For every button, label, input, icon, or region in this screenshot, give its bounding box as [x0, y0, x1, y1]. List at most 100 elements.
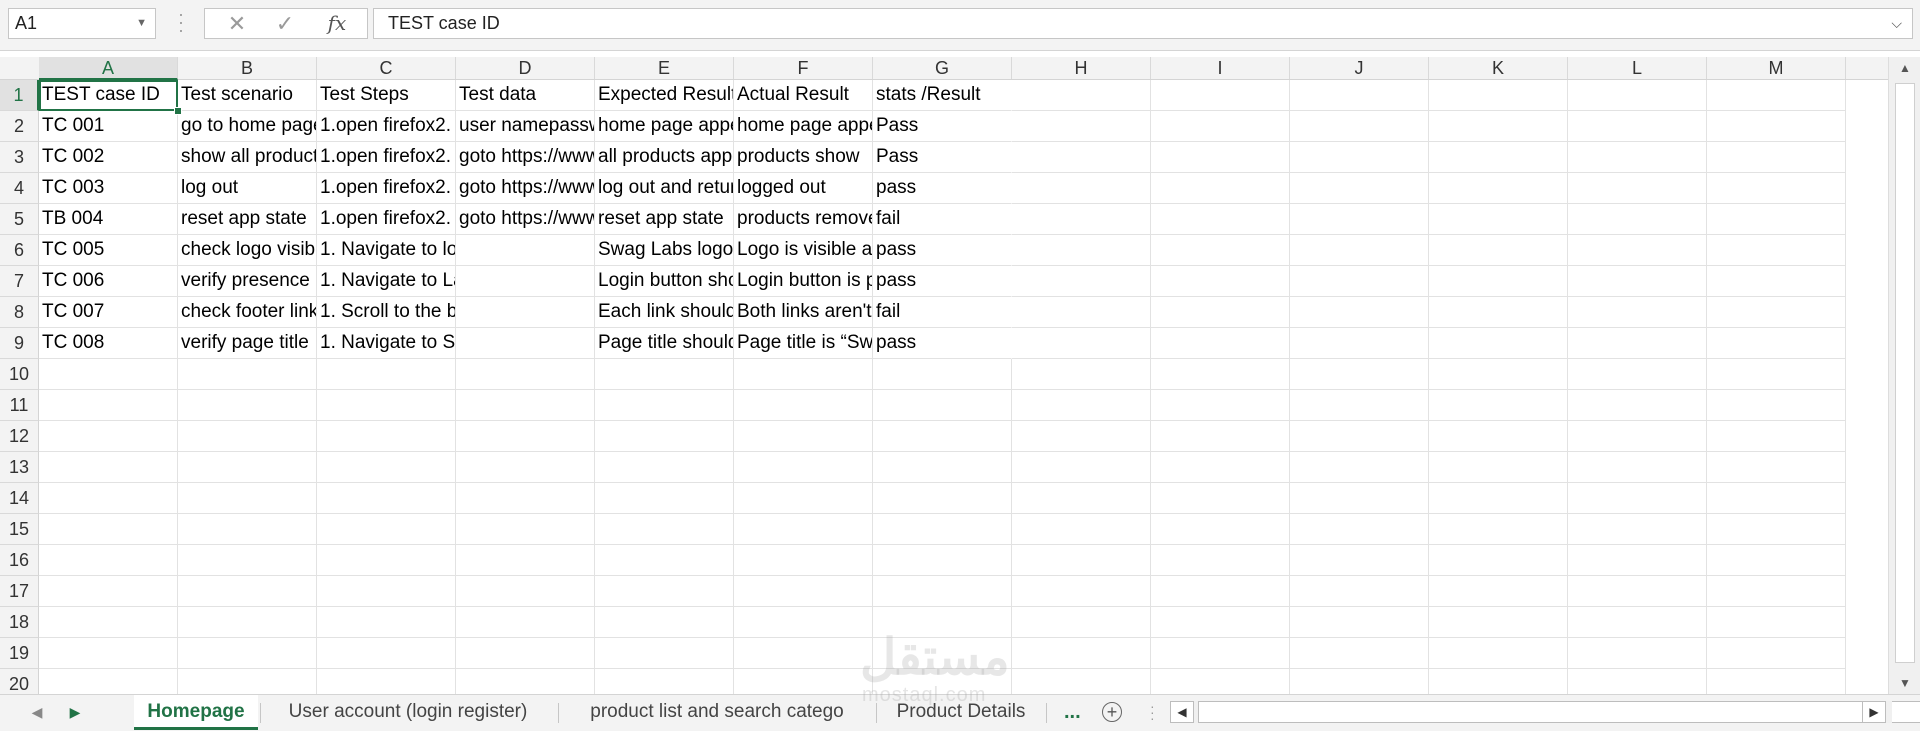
cell-H19[interactable]: [1012, 638, 1151, 669]
cell-G16[interactable]: [873, 545, 1012, 576]
cell-M4[interactable]: [1707, 173, 1846, 204]
tab-homepage[interactable]: Homepage: [134, 695, 258, 730]
cell-B2[interactable]: go to home page: [178, 111, 317, 142]
cell-I3[interactable]: [1151, 142, 1290, 173]
cell-C4[interactable]: 1.open firefox2.: [317, 173, 456, 204]
cell-J1[interactable]: [1290, 80, 1429, 111]
row-header[interactable]: 12: [0, 421, 39, 452]
row-header[interactable]: 4: [0, 173, 39, 204]
cell-D11[interactable]: [456, 390, 595, 421]
cell-K3[interactable]: [1429, 142, 1568, 173]
cell-K9[interactable]: [1429, 328, 1568, 359]
cell-M14[interactable]: [1707, 483, 1846, 514]
cell-J10[interactable]: [1290, 359, 1429, 390]
cell-J6[interactable]: [1290, 235, 1429, 266]
cell-M19[interactable]: [1707, 638, 1846, 669]
cell-H2[interactable]: [1012, 111, 1151, 142]
cell-M7[interactable]: [1707, 266, 1846, 297]
insert-function-icon[interactable]: fx: [319, 9, 355, 38]
cell-K10[interactable]: [1429, 359, 1568, 390]
cell-L18[interactable]: [1568, 607, 1707, 638]
cell-M3[interactable]: [1707, 142, 1846, 173]
cell-L11[interactable]: [1568, 390, 1707, 421]
cell-B17[interactable]: [178, 576, 317, 607]
cell-K11[interactable]: [1429, 390, 1568, 421]
cell-A17[interactable]: [39, 576, 178, 607]
cell-D18[interactable]: [456, 607, 595, 638]
cell-D19[interactable]: [456, 638, 595, 669]
cell-E20[interactable]: [595, 669, 734, 694]
cell-J14[interactable]: [1290, 483, 1429, 514]
cell-I4[interactable]: [1151, 173, 1290, 204]
cell-E8[interactable]: Each link should: [595, 297, 734, 328]
cell-D15[interactable]: [456, 514, 595, 545]
column-header[interactable]: I: [1151, 57, 1290, 79]
cell-D2[interactable]: user namepassword: [456, 111, 595, 142]
cell-I8[interactable]: [1151, 297, 1290, 328]
cell-A6[interactable]: TC 005: [39, 235, 178, 266]
cell-H8[interactable]: [1012, 297, 1151, 328]
row-header[interactable]: 18: [0, 607, 39, 638]
cell-H10[interactable]: [1012, 359, 1151, 390]
cell-H9[interactable]: [1012, 328, 1151, 359]
scroll-right-icon[interactable]: ▶: [1862, 701, 1886, 723]
cell-C7[interactable]: 1. Navigate to Labs login page2.: [317, 266, 456, 297]
cell-L5[interactable]: [1568, 204, 1707, 235]
cell-A9[interactable]: TC 008: [39, 328, 178, 359]
cell-C11[interactable]: [317, 390, 456, 421]
cell-E10[interactable]: [595, 359, 734, 390]
cell-J19[interactable]: [1290, 638, 1429, 669]
cell-G15[interactable]: [873, 514, 1012, 545]
cell-M12[interactable]: [1707, 421, 1846, 452]
cell-A2[interactable]: TC 001: [39, 111, 178, 142]
cell-C2[interactable]: 1.open firefox2.: [317, 111, 456, 142]
cell-A5[interactable]: TB 004: [39, 204, 178, 235]
cell-E15[interactable]: [595, 514, 734, 545]
cell-D1[interactable]: Test data: [456, 80, 595, 111]
column-header[interactable]: C: [317, 57, 456, 79]
row-header[interactable]: 17: [0, 576, 39, 607]
cell-A15[interactable]: [39, 514, 178, 545]
cell-M17[interactable]: [1707, 576, 1846, 607]
cell-M1[interactable]: [1707, 80, 1846, 111]
cell-I6[interactable]: [1151, 235, 1290, 266]
cell-I18[interactable]: [1151, 607, 1290, 638]
cancel-icon[interactable]: ✕: [219, 9, 255, 38]
cell-G10[interactable]: [873, 359, 1012, 390]
cell-C3[interactable]: 1.open firefox2.: [317, 142, 456, 173]
cell-M8[interactable]: [1707, 297, 1846, 328]
cell-B16[interactable]: [178, 545, 317, 576]
cell-J13[interactable]: [1290, 452, 1429, 483]
cell-E6[interactable]: Swag Labs logo: [595, 235, 734, 266]
cell-G5[interactable]: fail: [873, 204, 1012, 235]
column-header[interactable]: E: [595, 57, 734, 79]
cell-L14[interactable]: [1568, 483, 1707, 514]
column-header[interactable]: L: [1568, 57, 1707, 79]
cell-F10[interactable]: [734, 359, 873, 390]
horizontal-scrollbar[interactable]: ◀: [1170, 701, 1920, 723]
cell-E2[interactable]: home page appears: [595, 111, 734, 142]
cell-A10[interactable]: [39, 359, 178, 390]
row-header[interactable]: 1: [0, 80, 39, 111]
cell-B13[interactable]: [178, 452, 317, 483]
cell-B14[interactable]: [178, 483, 317, 514]
column-header[interactable]: M: [1707, 57, 1846, 79]
cell-K4[interactable]: [1429, 173, 1568, 204]
cell-D9[interactable]: [456, 328, 595, 359]
cell-L10[interactable]: [1568, 359, 1707, 390]
row-header[interactable]: 14: [0, 483, 39, 514]
row-header[interactable]: 20: [0, 669, 39, 694]
cell-K19[interactable]: [1429, 638, 1568, 669]
cell-K2[interactable]: [1429, 111, 1568, 142]
cell-B6[interactable]: check logo visibility: [178, 235, 317, 266]
cell-I11[interactable]: [1151, 390, 1290, 421]
cell-C14[interactable]: [317, 483, 456, 514]
cell-L3[interactable]: [1568, 142, 1707, 173]
cell-C13[interactable]: [317, 452, 456, 483]
cell-J20[interactable]: [1290, 669, 1429, 694]
cell-G13[interactable]: [873, 452, 1012, 483]
cell-C8[interactable]: 1. Scroll to the bottom of the page: [317, 297, 456, 328]
cell-C1[interactable]: Test Steps: [317, 80, 456, 111]
hscroll-thumb[interactable]: [1198, 701, 1920, 723]
cell-E13[interactable]: [595, 452, 734, 483]
